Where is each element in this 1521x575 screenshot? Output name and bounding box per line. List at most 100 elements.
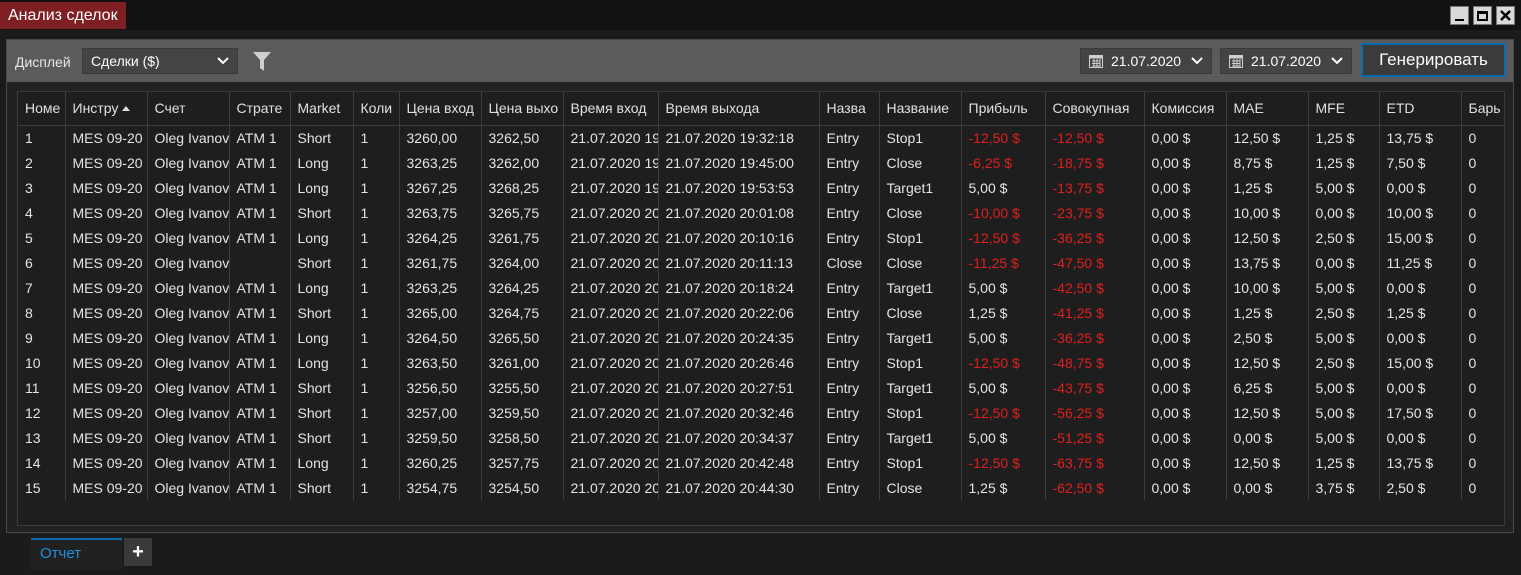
minimize-button[interactable] [1450,6,1469,25]
table-cell: 0,00 $ [1308,250,1380,275]
filter-icon[interactable] [253,52,271,71]
sort-ascending-icon [122,106,131,112]
column-header[interactable]: MFE [1308,92,1380,126]
table-body: 1 MES 09-20 Oleg Ivanov ATM 1 Short 1 3260,00 3… [18,125,1504,500]
window-title: Анализ сделок [0,2,126,29]
table-cell: 0,00 $ [1379,325,1462,350]
column-header[interactable]: Коли [353,92,400,126]
generate-button[interactable]: Генерировать [1361,43,1506,77]
table-row[interactable]: 5 MES 09-20 Oleg Ivanov ATM 1 Long 1 3264,25 32… [18,225,1504,250]
table-cell: 0,00 $ [1144,350,1227,375]
table-cell: ATM 1 [229,350,291,375]
column-header[interactable]: Market [290,92,354,126]
table-cell: Long [290,275,354,300]
table-cell: 3254,50 [481,475,564,500]
table-cell: MES 09-20 [65,150,148,175]
table-cell: 3261,75 [481,225,564,250]
column-header[interactable]: Страте [229,92,291,126]
table-cell: 0 [1461,200,1504,225]
column-header-label: Страте [236,100,283,117]
column-header-label: Цена вход [406,100,474,117]
table-cell: 1,25 $ [1308,150,1380,175]
tab-report[interactable]: Отчет [31,538,122,570]
table-cell: 2 [18,150,66,175]
table-row[interactable]: 6 MES 09-20 Oleg Ivanov Short 1 3261,75 3264,0… [18,250,1504,275]
table-cell: 3263,25 [399,275,482,300]
table-cell: Oleg Ivanov [147,325,230,350]
table-cell: Short [290,125,354,150]
chevron-down-icon [217,57,229,65]
table-cell: Oleg Ivanov [147,250,230,275]
column-header[interactable]: ETD [1379,92,1462,126]
column-header[interactable]: Время выхода [658,92,820,126]
table-cell: 3263,25 [399,150,482,175]
column-header[interactable]: MAE [1226,92,1309,126]
column-header[interactable]: Счет [147,92,230,126]
table-cell: 21.07.2020 19:32:15 [563,125,659,150]
table-row[interactable]: 4 MES 09-20 Oleg Ivanov ATM 1 Short 1 3263,75 3… [18,200,1504,225]
table-cell: Entry [819,375,880,400]
table-cell: Close [879,250,962,275]
table-cell: 1 [353,325,400,350]
date-from-value: 21.07.2020 [1111,53,1182,69]
table-row[interactable]: 14 MES 09-20 Oleg Ivanov ATM 1 Long 1 3260,25 3… [18,450,1504,475]
table-cell: ATM 1 [229,375,291,400]
table-cell: Short [290,300,354,325]
table-row[interactable]: 8 MES 09-20 Oleg Ivanov ATM 1 Short 1 3265,00 3… [18,300,1504,325]
column-header[interactable]: Комиссия [1144,92,1227,126]
column-header[interactable]: Назва [819,92,880,126]
table-cell: 3263,50 [399,350,482,375]
column-header-label: Барь [1468,100,1501,117]
table-cell: 1 [353,375,400,400]
table-row[interactable]: 3 MES 09-20 Oleg Ivanov ATM 1 Long 1 3267,25 32… [18,175,1504,200]
column-header-label: MFE [1315,100,1346,117]
table-cell: Entry [819,350,880,375]
table-cell: ATM 1 [229,125,291,150]
table-cell: Entry [819,300,880,325]
column-header[interactable]: Цена вход [399,92,482,126]
table-cell: 0 [1461,400,1504,425]
date-to-select[interactable]: 21.07.2020 [1220,48,1352,74]
column-header[interactable]: Название [879,92,962,126]
table-cell: 3267,25 [399,175,482,200]
column-header[interactable]: Инстру [65,92,148,126]
table-row[interactable]: 15 MES 09-20 Oleg Ivanov ATM 1 Short 1 3254,75… [18,475,1504,500]
table-cell: 0,00 $ [1379,175,1462,200]
table-cell: 0,00 $ [1144,300,1227,325]
column-header[interactable]: Цена выхо [481,92,564,126]
add-tab-button[interactable]: + [124,538,152,566]
table-cell: 0,00 $ [1144,425,1227,450]
table-cell: Stop1 [879,225,962,250]
table-cell: 1 [353,400,400,425]
table-row[interactable]: 1 MES 09-20 Oleg Ivanov ATM 1 Short 1 3260,00 3… [18,125,1504,150]
table-row[interactable]: 10 MES 09-20 Oleg Ivanov ATM 1 Long 1 3263,50 3… [18,350,1504,375]
table-cell: 2,50 $ [1308,350,1380,375]
column-header[interactable]: Совокупная [1045,92,1145,126]
table-cell: MES 09-20 [65,400,148,425]
table-cell: 8 [18,300,66,325]
table-cell: ATM 1 [229,175,291,200]
table-row[interactable]: 12 MES 09-20 Oleg Ivanov ATM 1 Short 1 3257,00… [18,400,1504,425]
column-header[interactable]: Прибыль [961,92,1046,126]
table-row[interactable]: 7 MES 09-20 Oleg Ivanov ATM 1 Long 1 3263,25 32… [18,275,1504,300]
maximize-button[interactable] [1473,6,1492,25]
close-icon [1500,10,1511,21]
table-cell: 1 [353,350,400,375]
table-cell: Entry [819,400,880,425]
table-row[interactable]: 2 MES 09-20 Oleg Ivanov ATM 1 Long 1 3263,25 32… [18,150,1504,175]
column-header-label: MAE [1233,100,1264,117]
column-header[interactable]: Время вход [563,92,659,126]
table-cell: -18,75 $ [1045,150,1145,175]
table-row[interactable]: 13 MES 09-20 Oleg Ivanov ATM 1 Short 1 3259,50… [18,425,1504,450]
table-cell: 0 [1461,250,1504,275]
table-row[interactable]: 9 MES 09-20 Oleg Ivanov ATM 1 Long 1 3264,50 32… [18,325,1504,350]
table-cell: 1 [353,150,400,175]
date-from-select[interactable]: 21.07.2020 [1080,48,1212,74]
table-cell: 21.07.2020 20:00:04 [563,200,659,225]
display-select[interactable]: Сделки ($) [82,48,238,74]
table-row[interactable]: 11 MES 09-20 Oleg Ivanov ATM 1 Short 1 3256,50… [18,375,1504,400]
close-button[interactable] [1496,6,1515,25]
column-header[interactable]: Номе [18,92,66,126]
column-header[interactable]: Барь [1461,92,1504,126]
table-cell: 12,50 $ [1226,350,1309,375]
